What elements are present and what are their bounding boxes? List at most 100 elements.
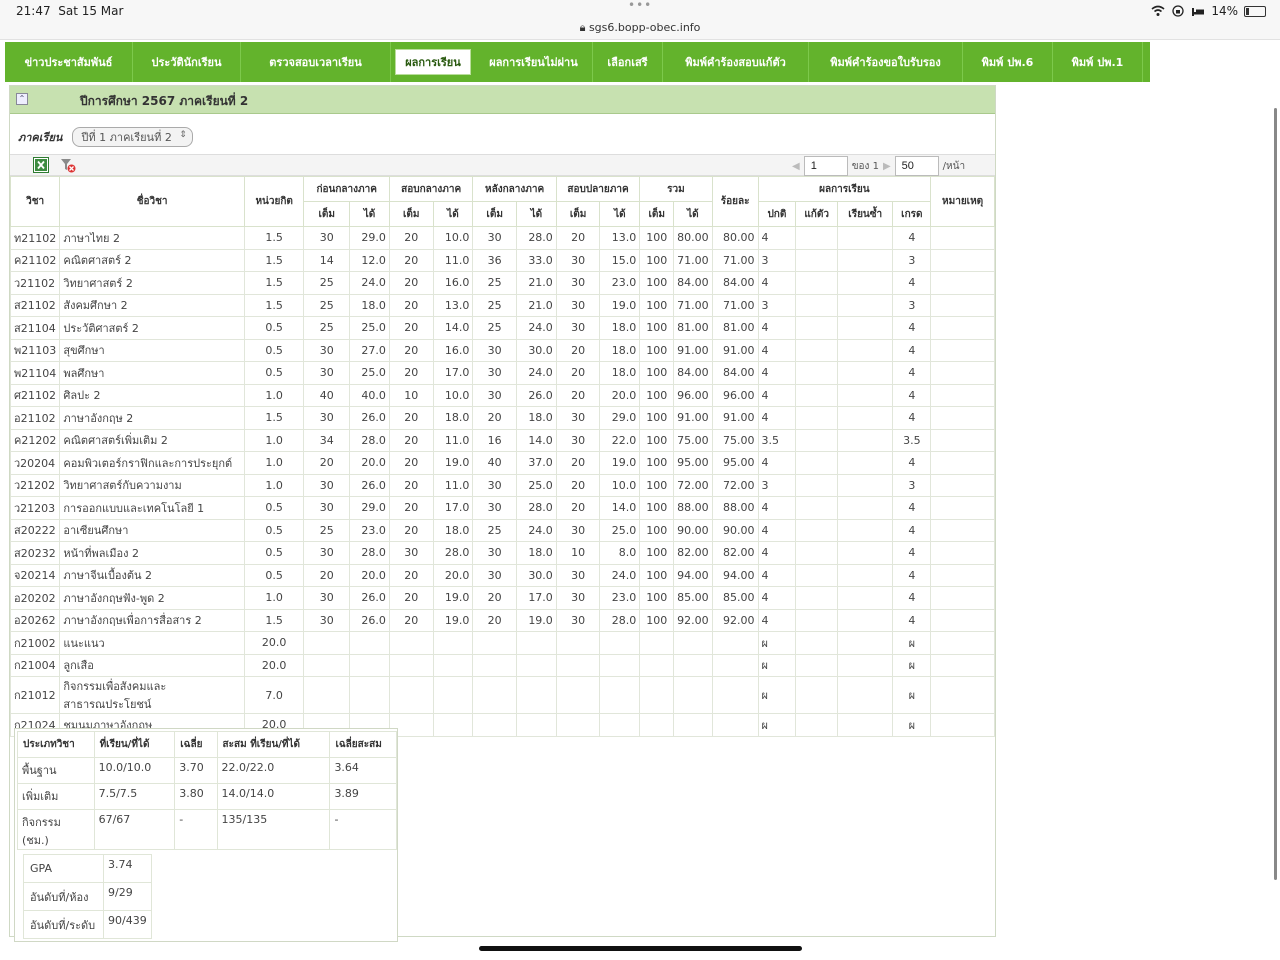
cell-note [930,608,995,632]
cell-score: 100 [639,563,675,587]
summary-cell: 3.80 [174,783,218,810]
cell-score: 18.0 [432,518,474,542]
cell-normal: ผ [757,653,797,677]
nav-item-2[interactable]: ประวัตินักเรียน [133,42,241,82]
cell-score: 28.0 [515,496,557,520]
cell-score [599,653,641,677]
address-bar[interactable]: 🔒︎ sgs6.bopp-obec.info [0,21,1280,35]
per-page-input[interactable] [894,156,939,176]
cell-score: 14.0 [515,428,557,452]
summary-cell: - [329,809,397,850]
cell-score: 11.0 [432,248,474,272]
cell-name: วิทยาศาสตร์ 2 [59,271,245,295]
term-selected-value: ปีที่ 1 ภาคเรียนที่ 2 [81,131,172,144]
cell-repeat [837,383,894,407]
nav-item-4[interactable]: ผลการเรียน [395,49,471,75]
cell-credit: 0.5 [243,518,305,542]
cell-score: 30 [555,248,601,272]
cell-fix [795,653,839,677]
cell-score: 20 [388,451,434,475]
cell-grade: 4 [892,451,932,475]
gpa-row: GPA 3.74 [23,854,152,883]
table-row: ศ21102 ศิลปะ 2 1.0 40 40.0 10 10.0 30 26.0 20 20.0… [9,383,995,407]
page-of-label: ของ 1 [851,160,879,172]
cell-name: พลศึกษา [59,361,245,385]
scrollbar[interactable] [1274,108,1277,880]
col-name[interactable]: ชื่อวิชา [59,176,245,227]
cell-normal: 4 [757,316,797,340]
excel-export-icon[interactable] [33,157,49,173]
cell-credit: 0.5 [243,338,305,362]
summary-cell: 22.0/22.0 [216,757,331,784]
cell-score [673,676,713,714]
cell-score: 20.0 [432,563,474,587]
cell-normal: 4 [757,586,797,610]
nav-item-8[interactable]: พิมพ์คำร้องขอใบรับรอง [809,42,963,82]
home-indicator[interactable] [479,946,802,951]
gpa-row: อันดับที่/ระดับ 90/439 [23,910,152,939]
cell-grade: 3 [892,293,932,317]
nav-item-1[interactable]: ข่าวประชาสัมพันธ์ [5,42,133,82]
cell-score: 37.0 [515,451,557,475]
cell-score: 23.0 [599,586,641,610]
prev-page-icon[interactable]: ◀ [792,161,800,172]
cell-score: 71.00 [673,293,713,317]
cell-score: 81.00 [673,316,713,340]
cell-credit: 1.5 [243,248,305,272]
cell-score: 100 [639,248,675,272]
cell-credit: 1.5 [243,406,305,430]
col-note[interactable]: หมายเหตุ [930,176,995,227]
gpa-table: GPA 3.74 อันดับที่/ห้อง 9/29 อันดับที่/ระดับ… [23,854,152,939]
cell-score [388,653,434,677]
cell-grade: 4 [892,563,932,587]
cell-credit: 1.0 [243,451,305,475]
nav-item-10[interactable]: พิมพ์ ปพ.1 [1053,42,1143,82]
term-select[interactable]: ปีที่ 1 ภาคเรียนที่ 2 ⇕ [72,127,193,147]
cell-percent: 71.00 [711,248,759,272]
cell-score: 20 [388,563,434,587]
cell-credit: 1.0 [243,383,305,407]
col-got: ได้ [349,201,390,227]
clear-filter-icon[interactable] [60,157,76,173]
cell-score: 16.0 [432,271,474,295]
cell-note [930,383,995,407]
cell-score: 25 [303,316,351,340]
cell-score [639,631,675,655]
cell-note [930,676,995,714]
wifi-icon [1151,5,1165,16]
cell-grade: 4 [892,383,932,407]
nav-item-6[interactable]: เลือกเสรี [593,42,663,82]
cell-normal: ผ [757,631,797,655]
nav-item-7[interactable]: พิมพ์คำร้องสอบแก้ตัว [663,42,809,82]
nav-item-9[interactable]: พิมพ์ ปพ.6 [963,42,1053,82]
col-total: รวม [639,176,713,202]
cell-score: 14.0 [599,496,641,520]
next-page-icon[interactable]: ▶ [883,161,891,172]
more-dots-icon[interactable]: ••• [628,0,652,12]
cell-percent: 91.00 [711,406,759,430]
cell-repeat [837,541,894,565]
cell-score [515,676,557,714]
cell-name: หน้าที่พลเมือง 2 [59,541,245,565]
cell-credit: 1.0 [243,428,305,452]
cell-grade: 4 [892,608,932,632]
gpa-label: GPA [23,854,104,883]
page-input[interactable] [803,156,848,176]
col-credit[interactable]: หน่วยกิต [243,176,305,227]
summary-cell: 3.64 [329,757,397,784]
nav-item-5[interactable]: ผลการเรียนไม่ผ่าน [475,42,593,82]
table-row: พ21103 สุขศึกษา 0.5 30 27.0 20 16.0 30 30.0 20 18.… [9,338,995,362]
cell-score [303,653,351,677]
cell-score [599,631,641,655]
cell-score: 19.0 [599,293,641,317]
cell-percent: 96.00 [711,383,759,407]
collapse-icon[interactable]: ⌃ [16,93,28,105]
col-percent[interactable]: ร้อยละ [711,176,759,227]
cell-score: 92.00 [673,608,713,632]
rotation-lock-icon [1172,5,1184,17]
cell-normal: 3 [757,248,797,272]
col-code[interactable]: วิชา [9,176,61,227]
nav-item-3[interactable]: ตรวจสอบเวลาเรียน [241,42,391,82]
cell-fix [795,406,839,430]
cell-score: 20 [555,451,601,475]
